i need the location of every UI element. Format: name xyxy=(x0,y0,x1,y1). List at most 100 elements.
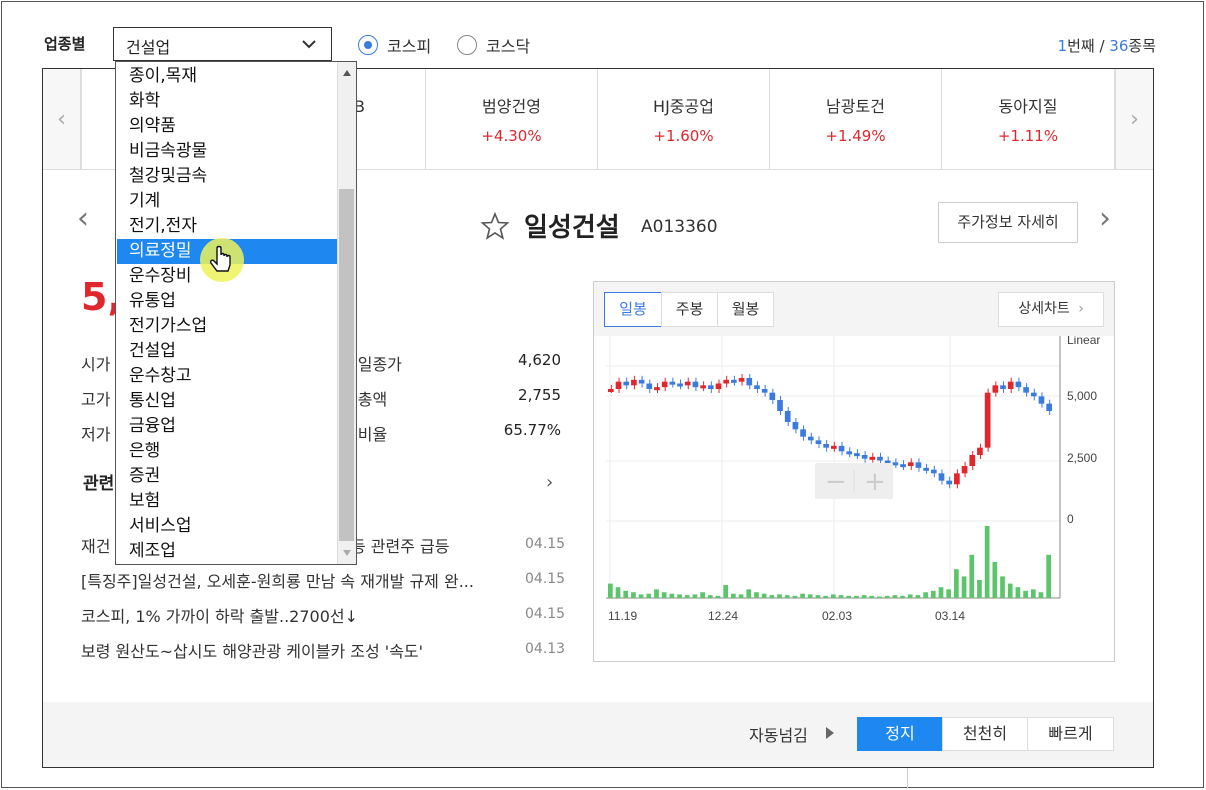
chevron-left-icon: ‹ xyxy=(57,106,66,132)
candle xyxy=(677,383,683,387)
dropdown-option[interactable]: 금융업 xyxy=(117,414,338,439)
volume-bar xyxy=(1007,583,1013,598)
dropdown-scrollbar[interactable] xyxy=(337,62,356,564)
dropdown-option[interactable]: 증권 xyxy=(117,464,338,489)
volume-bar xyxy=(892,595,898,598)
carousel-item[interactable]: 범양건영 +4.30% xyxy=(426,69,598,169)
scroll-up-icon[interactable] xyxy=(343,70,351,76)
tab-daily[interactable]: 일봉 xyxy=(604,292,662,327)
dropdown-option[interactable]: 운수창고 xyxy=(117,364,338,389)
candle xyxy=(754,385,760,389)
candle xyxy=(623,381,630,386)
stock-counter: 1번째 / 36종목 xyxy=(1058,35,1156,56)
dropdown-option[interactable]: 종이,목재 xyxy=(117,64,338,89)
chevron-right-icon: › xyxy=(1078,301,1084,317)
stock-name: 일성건설 xyxy=(524,213,620,243)
news-title-tail: 등 관련주 급등 xyxy=(351,537,450,556)
candle xyxy=(807,436,814,441)
speed-stop-button[interactable]: 정지 xyxy=(857,717,943,751)
candle xyxy=(631,379,637,386)
high-label: 고가 xyxy=(81,390,111,409)
dropdown-option[interactable]: 서비스업 xyxy=(117,514,338,539)
carousel-next-button[interactable]: › xyxy=(1115,69,1153,169)
dropdown-option[interactable]: 건설업 xyxy=(117,339,338,364)
candle xyxy=(746,378,753,386)
open-label: 시가 xyxy=(81,355,111,374)
dropdown-option[interactable]: 은행 xyxy=(117,439,338,464)
counter-unit: 종목 xyxy=(1128,37,1156,55)
prev-stock-button[interactable]: ‹ xyxy=(77,201,89,236)
volume-bar xyxy=(631,592,636,598)
carousel-item[interactable]: HJ중공업 +1.60% xyxy=(598,69,770,169)
volume-bar xyxy=(831,594,836,598)
hand-cursor-icon xyxy=(200,238,244,282)
carousel-item[interactable]: 동아지질 +1.11% xyxy=(942,69,1115,169)
carousel-prev-button[interactable]: ‹ xyxy=(43,69,81,169)
volume-bar xyxy=(608,583,613,598)
candle xyxy=(854,453,860,457)
dropdown-scroll-thumb[interactable] xyxy=(339,189,354,541)
dropdown-option[interactable]: 전기가스업 xyxy=(117,314,338,339)
radio-kospi[interactable]: 코스피 xyxy=(358,33,431,57)
volume-bar xyxy=(823,595,828,598)
volume-bar xyxy=(915,595,921,598)
related-more-button[interactable]: › xyxy=(546,472,553,493)
candle xyxy=(984,392,991,448)
x-tick-label: 02.03 xyxy=(822,609,852,623)
candle xyxy=(1023,387,1029,393)
news-item[interactable]: 코스피, 1% 가까이 하락 출발..2700선↓ xyxy=(81,603,561,627)
candle xyxy=(861,455,868,459)
candle xyxy=(831,445,837,449)
tab-weekly[interactable]: 주봉 xyxy=(661,292,718,327)
radio-kosdaq[interactable]: 코스닥 xyxy=(457,33,530,57)
scroll-down-icon[interactable] xyxy=(343,550,351,556)
stock-detail-button[interactable]: 주가정보 자세히 xyxy=(938,202,1078,243)
carousel-item-change: +4.30% xyxy=(481,127,542,145)
candle xyxy=(684,381,691,386)
volume-bar xyxy=(846,595,852,598)
news-item[interactable]: [특징주]일성건설, 오세훈-원희룡 만남 속 재개발 규제 완... xyxy=(81,568,521,592)
volume-bar xyxy=(615,587,621,598)
dropdown-option[interactable]: 의약품 xyxy=(117,114,338,139)
volume-bar xyxy=(869,595,875,598)
y-tick-label: 0 xyxy=(1067,512,1074,526)
dropdown-option[interactable]: 기계 xyxy=(117,189,338,214)
dropdown-option[interactable]: 철강및금속 xyxy=(117,164,338,189)
candlestick-chart[interactable]: Linear 5,000 2,500 0 11.19 12.24 02.03 03.14 − + xyxy=(594,336,1114,661)
volume-bar xyxy=(684,595,690,598)
detail-chart-button[interactable]: 상세차트 › xyxy=(998,292,1104,327)
volume-bar xyxy=(861,595,867,598)
dropdown-option[interactable]: 비금속광물 xyxy=(117,139,338,164)
candle xyxy=(723,379,730,384)
x-tick-label: 03.14 xyxy=(935,609,965,623)
candle xyxy=(1030,392,1037,397)
dropdown-option[interactable]: 통신업 xyxy=(117,389,338,414)
volume-bar xyxy=(992,562,998,598)
counter-sep: 번째 / xyxy=(1067,37,1110,55)
volume-bar xyxy=(738,594,744,598)
tab-monthly[interactable]: 월봉 xyxy=(717,292,774,327)
y-tick-label: 2,500 xyxy=(1067,451,1097,465)
news-item[interactable]: 보령 원산도~삽시도 해양관광 케이블카 조성 '속도' xyxy=(81,638,561,662)
volume-bar xyxy=(784,595,790,598)
industry-label: 업종별 xyxy=(44,35,86,53)
volume-bar xyxy=(807,594,813,598)
detail-chart-label: 상세차트 xyxy=(1018,301,1070,317)
volume-bar xyxy=(661,592,667,598)
carousel-item[interactable]: 남광토건 +1.49% xyxy=(770,69,942,169)
candle xyxy=(692,381,699,388)
dropdown-option[interactable]: 화학 xyxy=(117,89,338,114)
dropdown-option[interactable]: 보험 xyxy=(117,489,338,514)
volume-bar xyxy=(884,595,890,598)
carousel-item-name: 남광토건 xyxy=(826,97,885,116)
favorite-star-icon[interactable] xyxy=(480,211,510,241)
industry-select[interactable]: 건설업 xyxy=(113,27,332,61)
speed-slow-button[interactable]: 천천히 xyxy=(942,717,1028,751)
dropdown-option[interactable]: 제조업 xyxy=(117,539,338,564)
carousel-item-name: 범양건영 xyxy=(482,97,541,116)
next-stock-button[interactable]: › xyxy=(1099,201,1111,236)
dropdown-option[interactable]: 유통업 xyxy=(117,289,338,314)
volume-bar xyxy=(692,594,698,598)
industry-dropdown-list[interactable]: 종이,목재 화학 의약품 비금속광물 철강및금속 기계 전기,전자 의료정밀 운수장비 유통업 전기… xyxy=(115,61,357,565)
speed-fast-button[interactable]: 빠르게 xyxy=(1027,717,1114,751)
